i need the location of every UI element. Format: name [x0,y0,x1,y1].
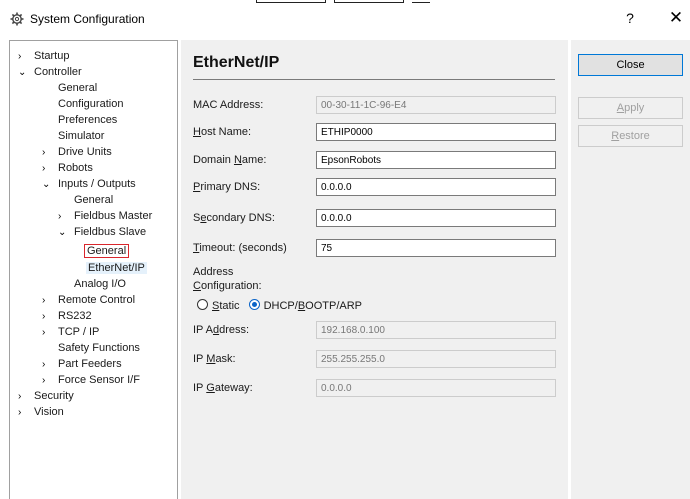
tree-item-label: Part Feeders [58,358,122,370]
primary-dns-label: Primary DNS: [193,181,261,193]
tree-item-fieldbus-slave-general[interactable]: General [83,243,130,259]
tree-item-label: RS232 [58,310,92,322]
tree-item-label: Remote Control [58,294,136,306]
page-title: EtherNet/IP [193,54,280,71]
tree-item-analog-io[interactable]: Analog I/O [74,276,126,292]
tree-item-io-general[interactable]: General [74,192,113,208]
chevron-right-icon[interactable]: › [42,309,58,325]
dhcp-radio-label: DHCP/ [263,300,298,312]
ip-gateway-label: IP Gateway: [193,382,253,394]
chevron-down-icon[interactable]: ⌄ [58,225,74,241]
mac-address-field [316,96,556,114]
top-edge-box [334,0,404,3]
tree-item-label: Analog I/O [74,278,126,290]
tree-item-label: TCP / IP [58,326,100,338]
timeout-field[interactable] [316,239,556,257]
chevron-right-icon[interactable]: › [42,145,58,161]
tree-item-inputs-outputs[interactable]: ⌄ Inputs / Outputs [42,176,136,192]
chevron-right-icon[interactable]: › [42,325,58,341]
chevron-right-icon[interactable]: › [42,161,58,177]
tree-item-label: Safety Functions [58,342,140,354]
tree-item-label: Force Sensor I/F [58,374,140,386]
tree-item-configuration[interactable]: Configuration [58,96,123,112]
settings-tree: › Startup ⌄ Controller General Configurati… [9,40,178,499]
domain-name-label: Domain Name: [193,154,267,166]
title-bar: System Configuration ? ✕ [0,4,690,34]
tree-item-label: EtherNet/IP [86,262,147,274]
chevron-right-icon[interactable]: › [42,373,58,389]
tree-item-label: Configuration [58,98,124,110]
secondary-dns-label: Secondary DNS: [193,212,275,224]
tree-item-label: Drive Units [58,146,112,158]
host-name-label: Host Name: [193,126,252,138]
domain-name-field[interactable] [316,151,556,169]
top-edge-box [256,0,326,3]
close-button[interactable]: Close [578,54,683,76]
tree-item-remote-control[interactable]: › Remote Control [42,292,135,308]
ip-mask-field [316,350,556,368]
tree-item-vision[interactable]: › Vision [18,404,64,420]
tree-item-label: Preferences [58,114,118,126]
top-edge-line [412,0,430,3]
chevron-right-icon[interactable]: › [42,293,58,309]
close-window-button[interactable]: ✕ [666,8,686,28]
heading-divider [193,79,555,80]
tree-item-ethernet-ip[interactable]: EtherNet/IP [86,260,147,276]
chevron-right-icon[interactable]: › [42,357,58,373]
tree-item-tcp-ip[interactable]: › TCP / IP [42,324,99,340]
chevron-right-icon[interactable]: › [18,405,34,421]
tree-item-label: Inputs / Outputs [58,178,136,190]
secondary-dns-field[interactable] [316,209,556,227]
address-mode-radio-group: Static DHCP/BOOTP/ARP [197,299,362,313]
tree-item-part-feeders[interactable]: › Part Feeders [42,356,122,372]
chevron-right-icon[interactable]: › [18,389,34,405]
tree-item-fieldbus-slave[interactable]: ⌄ Fieldbus Slave [58,224,146,240]
tree-item-fieldbus-master[interactable]: › Fieldbus Master [58,208,152,224]
ip-address-field [316,321,556,339]
chevron-down-icon[interactable]: ⌄ [18,65,34,81]
tree-item-label: Vision [34,406,64,418]
mac-address-label: MAC Address: [193,99,264,111]
ip-gateway-field [316,379,556,397]
tree-item-startup[interactable]: › Startup [18,48,69,64]
tree-item-simulator[interactable]: Simulator [58,128,104,144]
ethernet-ip-settings-panel: EtherNet/IP MAC Address: Host Name: Doma… [181,40,568,499]
tree-item-label: General [74,194,114,206]
gear-icon [10,12,24,26]
dhcp-radio[interactable] [248,299,260,310]
help-button[interactable]: ? [620,10,640,26]
tree-item-label: Fieldbus Slave [74,226,147,238]
tree-item-label: General [58,82,98,94]
tree-item-controller[interactable]: ⌄ Controller [18,64,82,80]
window-title: System Configuration [30,12,145,26]
timeout-label: Timeout: (seconds) [193,242,287,254]
tree-item-label: Controller [34,66,82,78]
apply-button[interactable]: Apply [578,97,683,119]
chevron-right-icon[interactable]: › [18,49,34,65]
tree-item-security[interactable]: › Security [18,388,74,404]
chevron-right-icon[interactable]: › [58,209,74,225]
restore-button[interactable]: Restore [578,125,683,147]
chevron-down-icon[interactable]: ⌄ [42,177,58,193]
tree-item-label: Simulator [58,130,105,142]
tree-item-preferences[interactable]: Preferences [58,112,117,128]
tree-item-force-sensor[interactable]: › Force Sensor I/F [42,372,140,388]
static-radio[interactable] [197,299,208,310]
tree-item-label: Fieldbus Master [74,210,153,222]
tree-item-robots[interactable]: › Robots [42,160,93,176]
tree-item-rs232[interactable]: › RS232 [42,308,92,324]
tree-item-drive-units[interactable]: › Drive Units [42,144,112,160]
tree-item-label: Robots [58,162,93,174]
tree-item-safety-functions[interactable]: Safety Functions [58,340,140,356]
button-panel: Close Apply Restore [571,40,690,499]
tree-item-label: Security [34,390,74,402]
tree-item-label: General [83,244,130,258]
ip-mask-label: IP Mask: [193,353,236,365]
tree-item-controller-general[interactable]: General [58,80,97,96]
address-configuration-label: Address Configuration: [193,266,262,292]
host-name-field[interactable] [316,123,556,141]
tree-item-label: Startup [34,50,70,62]
ip-address-label: IP Address: [193,324,250,336]
primary-dns-field[interactable] [316,178,556,196]
